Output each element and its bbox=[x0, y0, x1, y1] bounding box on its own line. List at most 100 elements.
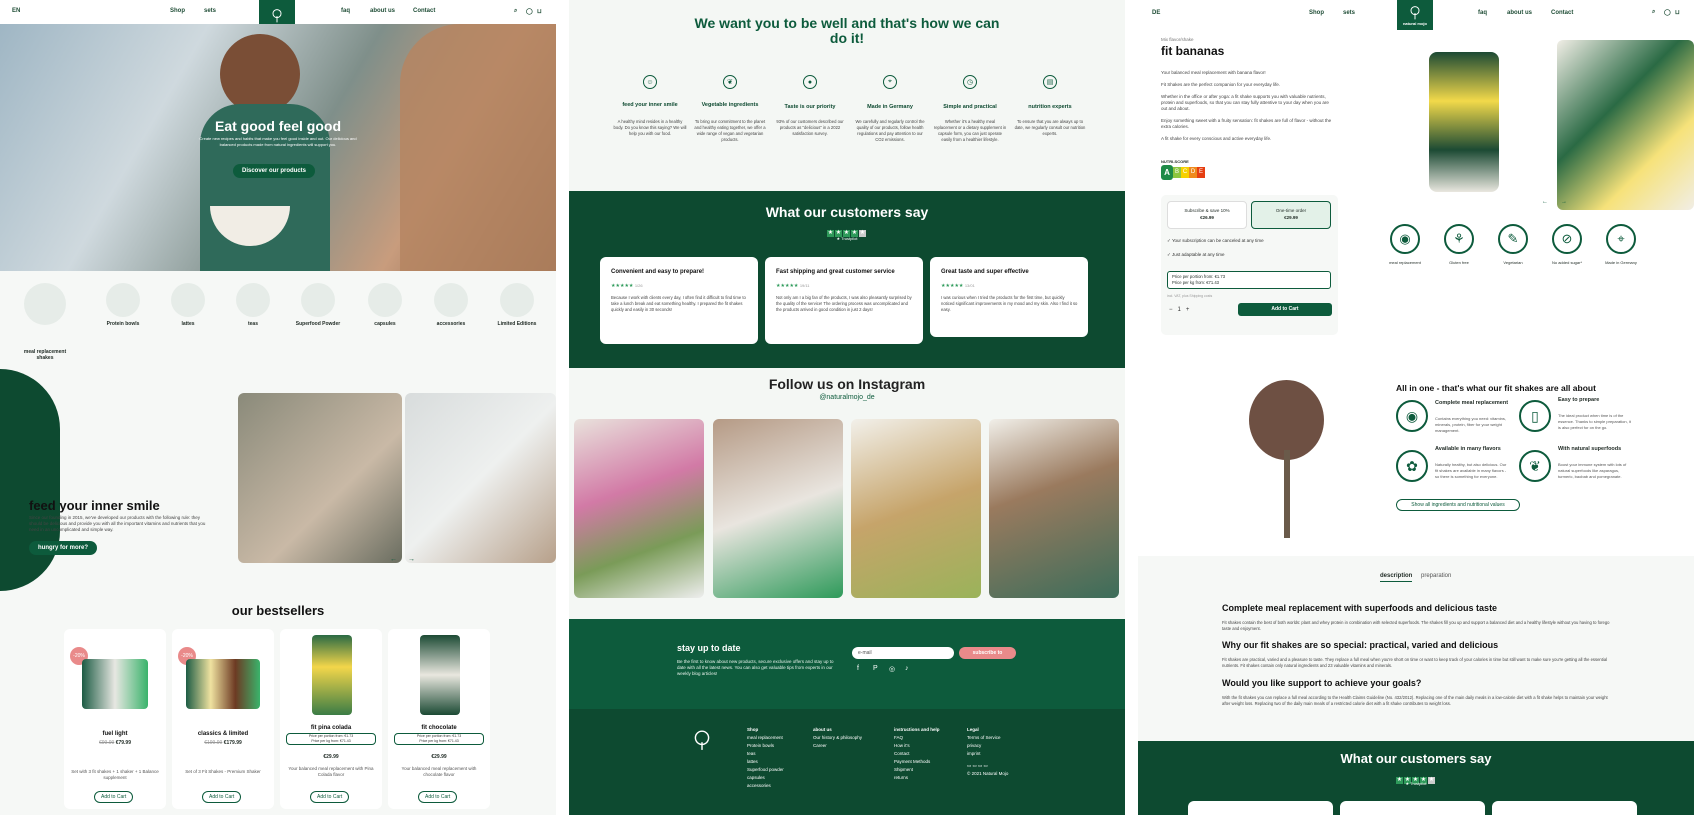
payment-icons: ▭ ▭ ▭ ▭ bbox=[967, 763, 988, 768]
price-info-box: Price per portion from: €1.73 Price per k… bbox=[286, 733, 376, 745]
category-item[interactable]: meal replacement shakes bbox=[20, 283, 70, 361]
trustpilot-label: ★ Trustpilot bbox=[836, 236, 858, 241]
hero-hair-foreground bbox=[400, 24, 556, 271]
review-text: Because I work with clients every day, I… bbox=[611, 295, 746, 312]
facebook-icon[interactable]: f bbox=[857, 665, 859, 672]
subscribe-button[interactable]: subscribe to bbox=[959, 647, 1016, 659]
product-card[interactable]: -20% classics & limited €199.99 €179.99 … bbox=[172, 629, 274, 809]
one-time-option[interactable]: One-time order €29.99 bbox=[1251, 201, 1331, 229]
search-icon[interactable]: ⌕ bbox=[1652, 9, 1655, 16]
flavor-icon: ✿ bbox=[1396, 450, 1428, 482]
pinterest-icon[interactable]: P bbox=[873, 665, 878, 672]
review-stars: ★★★★★ 1/26 bbox=[611, 283, 643, 289]
no-sugar-icon: ⊘ bbox=[1552, 224, 1582, 254]
allinone-item-title: With natural superfoods bbox=[1558, 446, 1622, 452]
product-name: classics & limited bbox=[197, 731, 249, 737]
nav-about[interactable]: about us bbox=[1507, 10, 1532, 16]
product-description: Your balanced meal replacement with bana… bbox=[1161, 70, 1332, 141]
wheat-icon: ⚘ bbox=[1444, 224, 1474, 254]
allinone-item-title: Available in many flavors bbox=[1435, 446, 1501, 452]
nav-faq[interactable]: faq bbox=[341, 8, 350, 14]
cart-icon[interactable]: ⊔ bbox=[537, 8, 542, 15]
nav-contact[interactable]: Contact bbox=[1551, 10, 1573, 16]
user-icon[interactable]: ◯ bbox=[1664, 9, 1671, 16]
reviews-section-bottom: What our customers say ★ ★ ★ ★ ★ ★ Trustpilo… bbox=[1138, 741, 1694, 815]
allinone-title: All in one - that's what our fit shakes … bbox=[1396, 383, 1596, 393]
add-to-cart-button[interactable]: Add to Cart bbox=[310, 791, 350, 803]
lang-selector[interactable]: DE bbox=[1152, 10, 1160, 16]
clock-icon: ◷ bbox=[963, 75, 977, 89]
nav-shop[interactable]: Shop bbox=[1309, 10, 1324, 16]
instagram-handle[interactable]: @naturalmojo_de bbox=[569, 394, 1125, 401]
hungry-for-more-button[interactable]: hungry for more? bbox=[29, 541, 98, 555]
leaf-icon: ❦ bbox=[723, 75, 737, 89]
category-item[interactable]: teas bbox=[228, 283, 278, 327]
carrot-icon: ✎ bbox=[1498, 224, 1528, 254]
location-icon: ⌖ bbox=[1606, 224, 1636, 254]
value-title: Taste is our priority bbox=[784, 104, 836, 110]
tiktok-icon[interactable]: ♪ bbox=[905, 665, 909, 672]
product-main-image bbox=[1384, 40, 1542, 200]
quantity-stepper[interactable]: − 1 + bbox=[1169, 307, 1189, 313]
feature-label: Gluten free bbox=[1449, 260, 1469, 265]
search-icon[interactable]: ⌕ bbox=[514, 8, 517, 15]
desc-text-3: With the fit shakes you can replace a fu… bbox=[1222, 695, 1608, 706]
powder-scoop-image bbox=[1249, 380, 1339, 545]
nav-contact[interactable]: Contact bbox=[413, 8, 435, 14]
product-name: fit chocolate bbox=[421, 725, 457, 731]
nav-faq[interactable]: faq bbox=[1478, 10, 1487, 16]
brand-logo[interactable]: natural mojo bbox=[1397, 0, 1433, 30]
tab-preparation[interactable]: preparation bbox=[1421, 573, 1451, 579]
gallery-next-icon[interactable]: → bbox=[1561, 199, 1567, 205]
product-card[interactable]: fit pina colada Price per portion from: … bbox=[280, 629, 382, 809]
subscribe-option[interactable]: Subscribe & save 10% €26.99 bbox=[1167, 201, 1247, 229]
trustpilot-label: ★ Trustpilot bbox=[1405, 781, 1427, 786]
shaker-icon: ▯ bbox=[1519, 400, 1551, 432]
gallery-prev-icon[interactable]: ← bbox=[1542, 199, 1548, 205]
add-to-cart-button[interactable]: Add to Cart bbox=[418, 791, 458, 803]
allinone-item-title: Complete meal replacement bbox=[1435, 400, 1509, 406]
add-to-cart-button[interactable]: Add to Cart bbox=[202, 791, 242, 803]
nav-about[interactable]: about us bbox=[370, 8, 395, 14]
instagram-post[interactable] bbox=[851, 419, 981, 598]
category-item[interactable]: lattes bbox=[163, 283, 213, 327]
category-item[interactable]: Limited Editions bbox=[492, 283, 542, 327]
instagram-post[interactable] bbox=[574, 419, 704, 598]
add-to-cart-button[interactable]: Add to Cart bbox=[94, 791, 134, 803]
nav-sets[interactable]: sets bbox=[204, 8, 216, 14]
inner-smile-section: feed your inner smile Since our founding… bbox=[0, 369, 556, 591]
category-item[interactable]: accessories bbox=[426, 283, 476, 327]
review-card: Fast shipping and great customer service… bbox=[765, 257, 923, 344]
nav-sets[interactable]: sets bbox=[1343, 10, 1355, 16]
product-price: €99.99 €79.99 bbox=[99, 740, 131, 746]
column-gap bbox=[556, 0, 569, 815]
discover-products-button[interactable]: Discover our products bbox=[233, 164, 316, 178]
lang-selector[interactable]: EN bbox=[12, 8, 20, 14]
show-ingredients-button[interactable]: Show all ingredients and nutritional val… bbox=[1396, 499, 1520, 511]
product-image bbox=[186, 659, 260, 709]
copyright: © 2021 Natural Mojo bbox=[967, 771, 1009, 776]
tab-description[interactable]: description bbox=[1380, 573, 1413, 582]
value-title: Vegetable ingredients bbox=[701, 102, 759, 108]
category-item[interactable]: capsules bbox=[360, 283, 410, 327]
add-to-cart-button[interactable]: Add to Cart bbox=[1238, 303, 1332, 316]
category-item[interactable]: Protein bowls bbox=[98, 283, 148, 327]
yoga-photo bbox=[238, 393, 402, 563]
product-image bbox=[312, 635, 352, 715]
product-card[interactable]: -20% fuel light €99.99 €79.99 Set with 3… bbox=[64, 629, 166, 809]
user-icon[interactable]: ◯ bbox=[526, 8, 533, 15]
instagram-post[interactable] bbox=[713, 419, 843, 598]
email-input[interactable]: e-mail bbox=[852, 647, 954, 659]
leaf-decoration bbox=[0, 369, 60, 591]
logo-text: natural mojo bbox=[1402, 20, 1427, 26]
carousel-next-icon[interactable]: → bbox=[408, 556, 415, 563]
product-card[interactable]: fit chocolate Price per portion from: €1… bbox=[388, 629, 490, 809]
cart-icon[interactable]: ⊔ bbox=[1675, 9, 1680, 16]
carousel-prev-icon[interactable]: ← bbox=[390, 556, 397, 563]
instagram-post[interactable] bbox=[989, 419, 1119, 598]
nutri-score-label: NUTRI-SCORE bbox=[1161, 159, 1189, 164]
breadcrumb[interactable]: Mix flavor/shake bbox=[1161, 37, 1194, 42]
instagram-icon[interactable]: ◎ bbox=[889, 665, 895, 673]
category-item[interactable]: Superfood Powder bbox=[293, 283, 343, 327]
nav-shop[interactable]: Shop bbox=[170, 8, 185, 14]
